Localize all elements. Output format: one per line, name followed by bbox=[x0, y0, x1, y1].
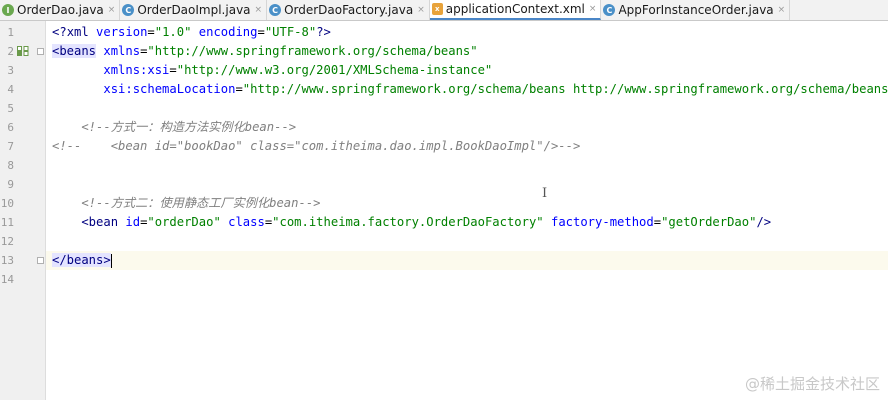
spring-bean-gutter-icon[interactable] bbox=[17, 46, 29, 56]
code-line-6: <!--方式一：构造方法实例化bean--> bbox=[52, 120, 297, 134]
tab-label: applicationContext.xml bbox=[445, 2, 585, 16]
fold-toggle-icon[interactable] bbox=[37, 48, 44, 55]
line-number: 2 bbox=[7, 45, 14, 58]
line-number: 9 bbox=[7, 178, 14, 191]
code-line-7: <!-- <bean id="bookDao" class="com.ithei… bbox=[52, 139, 581, 153]
interface-icon: I bbox=[2, 4, 14, 16]
close-icon[interactable]: × bbox=[108, 5, 116, 15]
line-number: 8 bbox=[7, 159, 14, 172]
xml-file-icon: x bbox=[431, 3, 443, 15]
text-caret bbox=[110, 253, 112, 268]
mouse-text-cursor-icon: I bbox=[542, 186, 548, 201]
line-number: 5 bbox=[7, 102, 14, 115]
class-icon: C bbox=[269, 4, 282, 16]
tab-label: OrderDao.java bbox=[17, 3, 104, 17]
line-number: 11 bbox=[0, 216, 14, 229]
tab-applicationcontext-xml[interactable]: x applicationContext.xml × bbox=[429, 0, 602, 20]
close-icon[interactable]: × bbox=[778, 5, 786, 15]
code-line-1: <?xml version="1.0" encoding="UTF-8"?> bbox=[52, 25, 331, 39]
editor-tab-bar: I OrderDao.java × C OrderDaoImpl.java × … bbox=[0, 0, 888, 21]
line-number: 1 bbox=[7, 26, 14, 39]
line-number: 14 bbox=[0, 273, 14, 286]
close-icon[interactable]: × bbox=[255, 5, 263, 15]
class-icon: C bbox=[603, 4, 616, 16]
line-number: 4 bbox=[7, 83, 14, 96]
code-line-3: xmlns:xsi="http://www.w3.org/2001/XMLSch… bbox=[52, 63, 493, 77]
close-icon[interactable]: × bbox=[589, 4, 597, 14]
close-icon[interactable]: × bbox=[417, 5, 425, 15]
fold-toggle-icon[interactable] bbox=[37, 257, 44, 264]
tab-label: AppForInstanceOrder.java bbox=[618, 3, 774, 17]
tab-orderdaofactory-java[interactable]: C OrderDaoFactory.java × bbox=[267, 0, 430, 20]
tab-appforinstanceorder-java[interactable]: C AppForInstanceOrder.java × bbox=[601, 0, 791, 20]
line-number: 7 bbox=[7, 140, 14, 153]
line-gutter[interactable]: 1 2 3 4 5 6 7 8 9 10 11 12 13 14 bbox=[0, 21, 46, 400]
line-number: 10 bbox=[0, 197, 14, 210]
current-line-highlight bbox=[46, 251, 888, 270]
watermark: @稀土掘金技术社区 bbox=[744, 375, 880, 393]
line-number: 12 bbox=[0, 235, 14, 248]
line-number: 3 bbox=[7, 64, 14, 77]
line-number: 13 bbox=[0, 254, 14, 267]
tab-label: OrderDaoImpl.java bbox=[137, 3, 251, 17]
code-line-13: </beans> bbox=[52, 253, 112, 268]
tab-orderdaoimpl-java[interactable]: C OrderDaoImpl.java × bbox=[120, 0, 268, 20]
code-line-10: <!--方式二：使用静态工厂实例化bean--> bbox=[52, 196, 321, 210]
tab-orderdao-java[interactable]: I OrderDao.java × bbox=[0, 0, 121, 20]
code-editor[interactable]: <?xml version="1.0" encoding="UTF-8"?> <… bbox=[46, 21, 888, 400]
code-line-11: <bean id="orderDao" class="com.itheima.f… bbox=[52, 215, 772, 229]
class-icon: C bbox=[122, 4, 135, 16]
code-line-2: <beans xmlns="http://www.springframework… bbox=[52, 44, 478, 58]
line-number: 6 bbox=[7, 121, 14, 134]
tab-label: OrderDaoFactory.java bbox=[284, 3, 414, 17]
code-line-4: xsi:schemaLocation="http://www.springfra… bbox=[52, 82, 888, 96]
